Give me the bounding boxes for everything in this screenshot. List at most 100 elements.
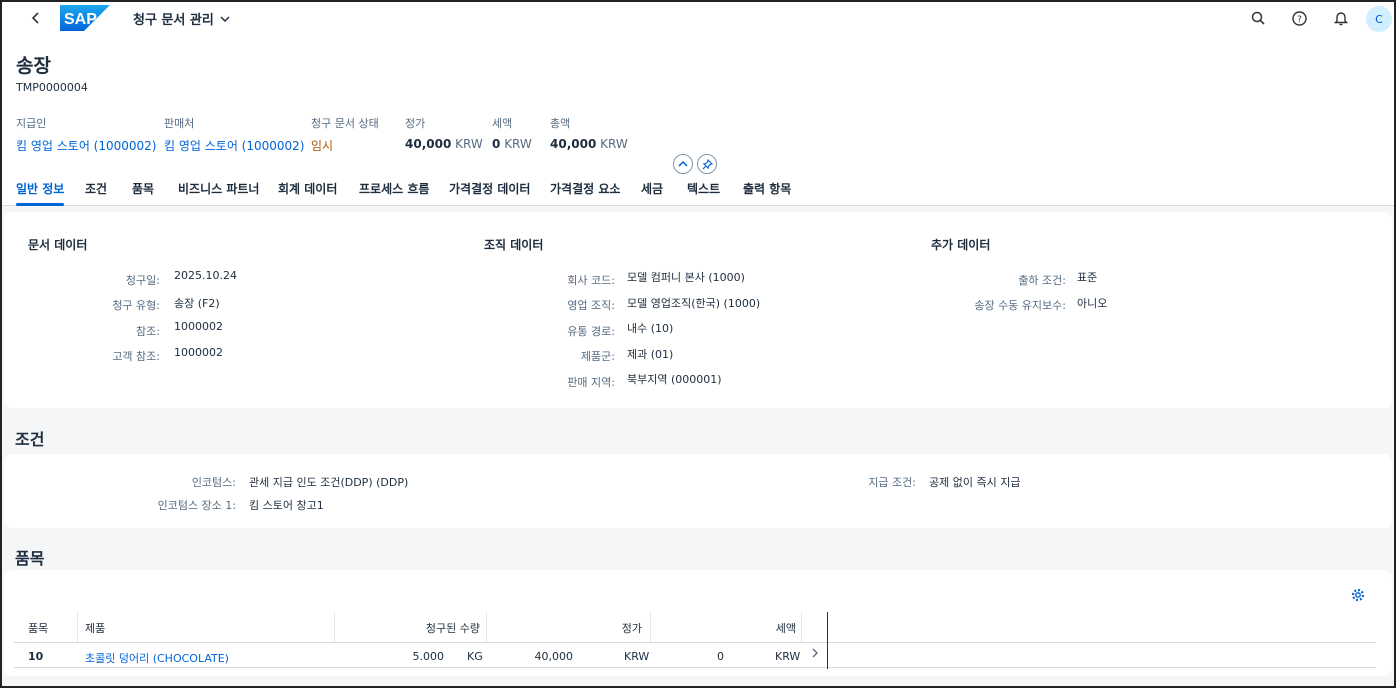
tab-process-flow[interactable]: 프로세스 흐름 [359, 180, 429, 197]
incoterms-location-label: 인코텀스 장소 1: [157, 499, 236, 512]
customer-ref-label: 고객 참조: [112, 350, 160, 363]
tab-output-items[interactable]: 출력 항목 [743, 180, 791, 197]
status-field: 청구 문서 상태 임시 [311, 115, 379, 154]
bell-icon[interactable] [1331, 8, 1351, 28]
tab-general[interactable]: 일반 정보 [16, 180, 64, 197]
reference-value: 1000002 [174, 320, 223, 333]
app-title: 청구 문서 관리 [133, 13, 214, 28]
manual-maintenance-label: 송장 수동 유지보수: [974, 299, 1066, 312]
tab-pricing-data[interactable]: 가격결정 데이터 [449, 180, 530, 197]
col-net-price[interactable]: 정가 [622, 620, 642, 636]
gear-icon [1351, 588, 1365, 602]
avatar[interactable]: C [1366, 6, 1392, 32]
tab-business-partners[interactable]: 비즈니스 파트너 [178, 180, 259, 197]
collapse-header-button[interactable] [673, 154, 693, 174]
shell-bar: SAP 청구 문서 관리 ? C [2, 2, 1394, 34]
search-icon[interactable] [1248, 8, 1268, 28]
tab-conditions[interactable]: 조건 [85, 180, 107, 197]
payment-terms-value: 공제 없이 즉시 지급 [929, 476, 1021, 489]
incoterms-label: 인코텀스: [191, 476, 236, 489]
qty-unit: KG [467, 650, 483, 663]
conditions-title: 조건 [15, 430, 45, 449]
document-number: TMP0000004 [16, 81, 88, 94]
tax-field: 세액 0 KRW [492, 115, 532, 151]
billing-date-label: 청구일: [125, 274, 160, 287]
pin-header-button[interactable] [697, 154, 717, 174]
customer-ref-value: 1000002 [174, 346, 223, 359]
app-title-menu[interactable]: 청구 문서 관리 [133, 9, 230, 28]
tab-tax[interactable]: 세금 [641, 180, 663, 197]
sales-org-label: 영업 조직: [567, 299, 615, 312]
col-separator [77, 612, 78, 642]
svg-text:SAP: SAP [64, 11, 97, 28]
company-code-value: 모델 컴퍼니 본사 (1000) [627, 271, 745, 284]
chevron-up-icon [678, 160, 688, 167]
price-unit: KRW [624, 650, 650, 663]
col-product[interactable]: 제품 [85, 620, 105, 636]
sap-logo: SAP [60, 5, 110, 31]
distribution-channel-value: 내수 (10) [627, 322, 674, 335]
tab-active-indicator [16, 203, 64, 206]
table-row[interactable]: 10 초콜릿 덩어리 (CHOCOLATE) 5.000 KG 40,000 K… [14, 644, 1376, 668]
chevron-down-icon [220, 15, 230, 22]
sold-to-label: 판매처 [164, 117, 195, 130]
row-navigation-icon[interactable] [811, 648, 819, 661]
distribution-channel-label: 유통 경로: [567, 325, 615, 338]
org-data-title: 조직 데이터 [484, 238, 544, 252]
payer-link[interactable]: 킴 영업 스토어 (1000002) [16, 137, 157, 154]
tab-accounting[interactable]: 회계 데이터 [278, 180, 337, 197]
pin-icon [702, 158, 713, 169]
page-title: 송장 [16, 55, 51, 77]
sold-to-link[interactable]: 킴 영업 스토어 (1000002) [164, 137, 305, 154]
incoterms-value: 관세 지급 인도 조건(DDP) (DDP) [249, 476, 409, 489]
status-label: 청구 문서 상태 [311, 117, 379, 130]
doc-data-title: 문서 데이터 [28, 238, 88, 252]
items-table-header: 품목 제품 청구된 수량 정가 세액 [14, 612, 1376, 643]
division-value: 제과 (01) [627, 348, 674, 361]
tax-value: 0 [717, 650, 724, 663]
product-link[interactable]: 초콜릿 덩어리 (CHOCOLATE) [85, 650, 229, 666]
tab-items[interactable]: 품목 [132, 180, 154, 197]
billing-date-value: 2025.10.24 [174, 269, 237, 282]
general-info-section: 문서 데이터 조직 데이터 추가 데이터 청구일: 2025.10.24 청구 … [4, 212, 1392, 408]
object-header: 송장 TMP0000004 지급인 킴 영업 스토어 (1000002) 판매처… [2, 34, 1394, 206]
division-label: 제품군: [580, 350, 615, 363]
extra-data-title: 추가 데이터 [931, 238, 991, 252]
sales-org-value: 모델 영업조직(한국) (1000) [627, 297, 761, 310]
billing-type-value: 송장 (F2) [174, 297, 220, 310]
incoterms-cond-label: 출하 조건: [1018, 274, 1066, 287]
tab-texts[interactable]: 텍스트 [687, 180, 720, 197]
tax-amount: 0 [492, 137, 501, 151]
col-item[interactable]: 품목 [28, 620, 48, 636]
svg-text:?: ? [1297, 15, 1302, 25]
net-price-label: 정가 [405, 117, 426, 130]
total-field: 총액 40,000 KRW [550, 115, 628, 151]
help-icon[interactable]: ? [1289, 8, 1309, 28]
billing-type-label: 청구 유형: [112, 299, 160, 312]
net-price-unit: KRW [455, 137, 483, 151]
col-qty[interactable]: 청구된 수량 [426, 620, 480, 636]
back-icon[interactable] [26, 8, 46, 28]
col-separator [650, 612, 651, 642]
qty-value: 5.000 [412, 650, 445, 663]
items-title: 품목 [15, 549, 45, 568]
settings-button[interactable] [1349, 586, 1367, 604]
manual-maintenance-value: 아니오 [1077, 297, 1108, 310]
conditions-section: 인코텀스: 관세 지급 인도 조건(DDP) (DDP) 인코텀스 장소 1: … [4, 454, 1392, 528]
net-price-field: 정가 40,000 KRW [405, 115, 483, 151]
payer-field: 지급인 킴 영업 스토어 (1000002) [16, 115, 157, 154]
tab-pricing-elements[interactable]: 가격결정 요소 [550, 180, 620, 197]
tax-unit: KRW [775, 650, 801, 663]
total-unit: KRW [600, 137, 628, 151]
tax-label: 세액 [492, 117, 513, 130]
item-number: 10 [28, 650, 44, 663]
incoterms-cond-value: 표준 [1077, 271, 1098, 284]
col-separator [334, 612, 335, 642]
col-separator [486, 612, 487, 642]
col-separator [801, 612, 802, 642]
company-code-label: 회사 코드: [567, 274, 615, 287]
tab-bar: 일반 정보 조건 품목 비즈니스 파트너 회계 데이터 프로세스 흐름 가격결정… [2, 178, 1394, 206]
total-amount: 40,000 [550, 137, 597, 151]
total-label: 총액 [550, 117, 571, 130]
col-tax[interactable]: 세액 [776, 620, 796, 636]
